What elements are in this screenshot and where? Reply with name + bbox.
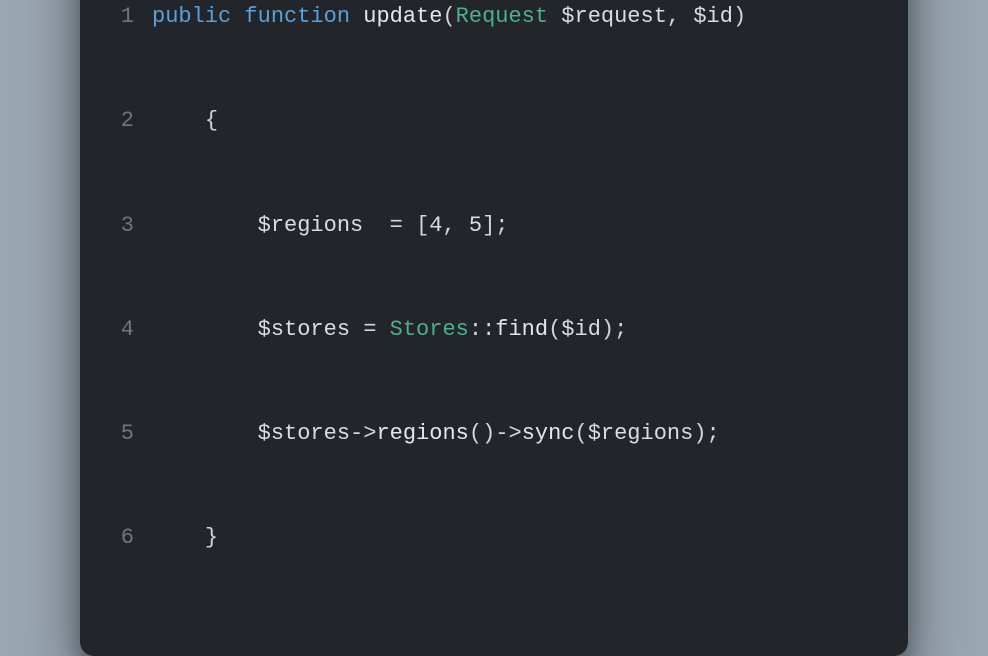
keyword: function	[244, 4, 350, 29]
code-line: 6 }	[110, 521, 878, 556]
code-line: 5 $stores->regions()->sync($regions);	[110, 417, 878, 452]
variable: $regions	[588, 421, 694, 446]
line-content: public function update(Request $request,…	[152, 0, 878, 35]
keyword: public	[152, 4, 231, 29]
number: 4	[429, 213, 442, 238]
bracket: ]	[482, 213, 495, 238]
line-number: 4	[110, 313, 152, 348]
arrow-operator: ->	[495, 421, 521, 446]
function-name: regions	[376, 421, 468, 446]
paren: )	[601, 317, 614, 342]
function-name: sync	[522, 421, 575, 446]
paren: (	[442, 4, 455, 29]
operator: =	[390, 213, 403, 238]
number: 5	[469, 213, 482, 238]
line-content: $regions = [4, 5];	[152, 209, 878, 244]
line-content: }	[152, 521, 878, 556]
variable: $request	[561, 4, 667, 29]
semicolon: ;	[707, 421, 720, 446]
line-number: 5	[110, 417, 152, 452]
comma: ,	[442, 213, 455, 238]
brace: {	[205, 108, 218, 133]
line-number: 3	[110, 209, 152, 244]
line-number: 6	[110, 521, 152, 556]
semicolon: ;	[495, 213, 508, 238]
semicolon: ;	[614, 317, 627, 342]
operator: =	[363, 317, 376, 342]
function-name: update	[363, 4, 442, 29]
line-number: 1	[110, 0, 152, 35]
line-content: $stores = Stores::find($id);	[152, 313, 878, 348]
variable: $stores	[258, 317, 350, 342]
paren: )	[482, 421, 495, 446]
scope-operator: ::	[469, 317, 495, 342]
variable: $regions	[258, 213, 364, 238]
code-window: 1 public function update(Request $reques…	[80, 0, 908, 656]
paren: (	[575, 421, 588, 446]
type-name: Stores	[390, 317, 469, 342]
line-content: $stores->regions()->sync($regions);	[152, 417, 878, 452]
variable: $id	[693, 4, 733, 29]
type-name: Request	[456, 4, 548, 29]
code-line: 2 {	[110, 104, 878, 139]
paren: (	[469, 421, 482, 446]
paren: )	[693, 421, 706, 446]
line-content: {	[152, 104, 878, 139]
brace: }	[205, 525, 218, 550]
paren: )	[733, 4, 746, 29]
line-number: 2	[110, 104, 152, 139]
code-line: 3 $regions = [4, 5];	[110, 209, 878, 244]
code-line: 4 $stores = Stores::find($id);	[110, 313, 878, 348]
paren: (	[548, 317, 561, 342]
code-line: 1 public function update(Request $reques…	[110, 0, 878, 35]
bracket: [	[416, 213, 429, 238]
variable: $id	[561, 317, 601, 342]
function-name: find	[495, 317, 548, 342]
variable: $stores	[258, 421, 350, 446]
comma: ,	[667, 4, 680, 29]
code-block: 1 public function update(Request $reques…	[110, 0, 878, 626]
arrow-operator: ->	[350, 421, 376, 446]
